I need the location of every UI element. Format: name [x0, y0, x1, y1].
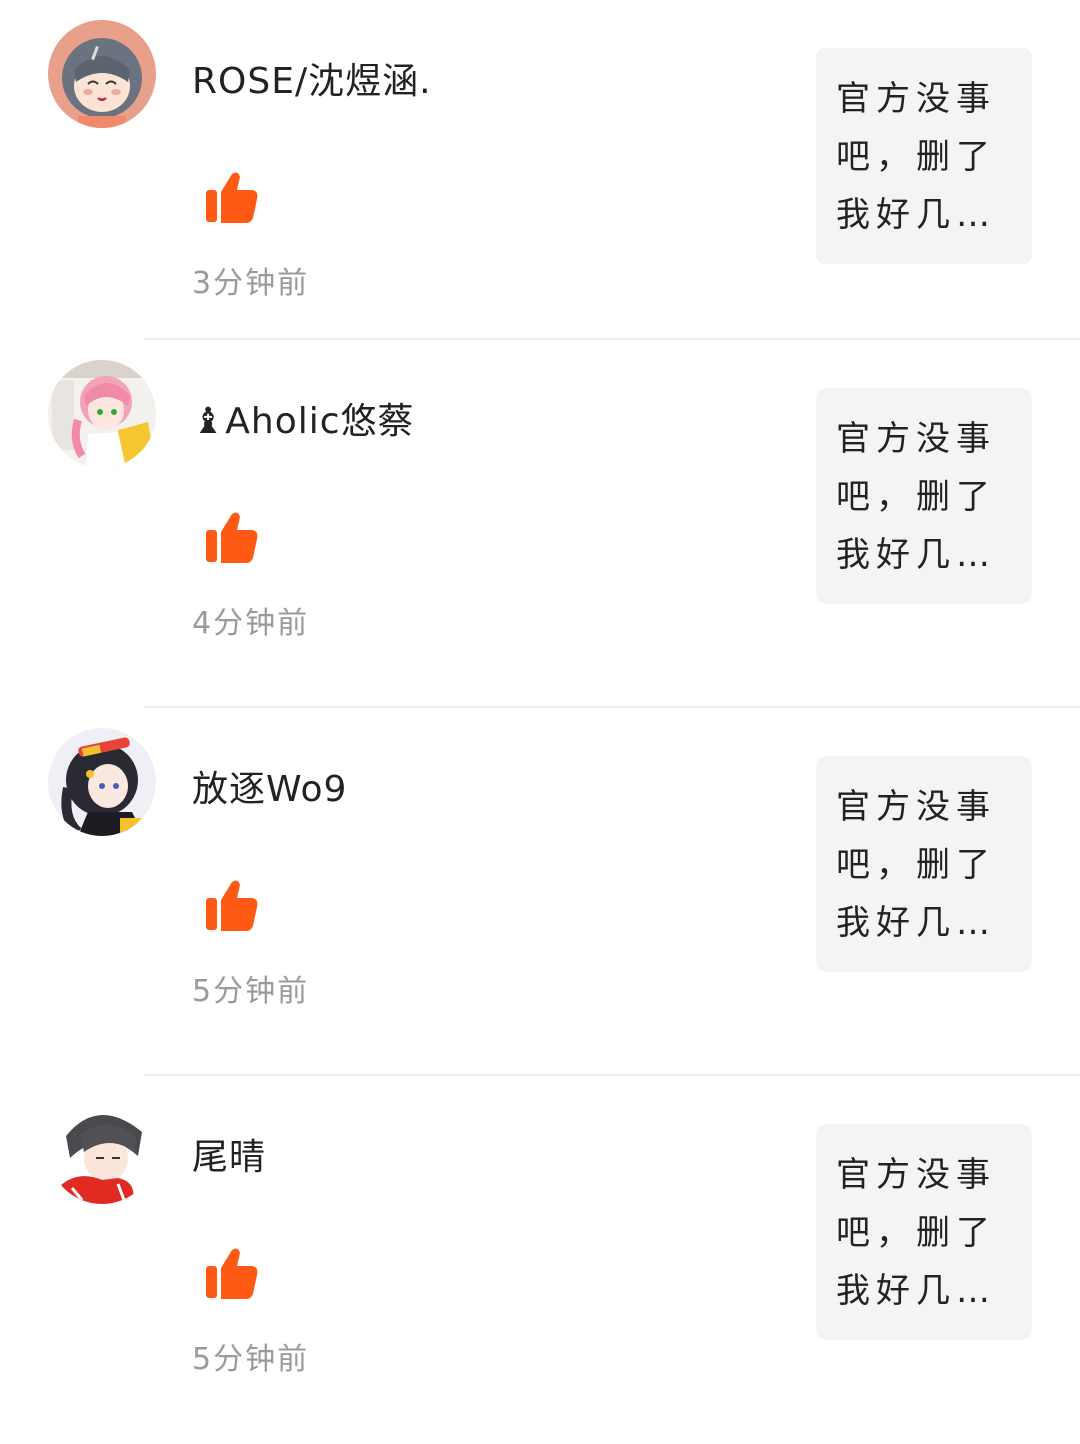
post-preview[interactable]: 官方没事吧，删了我好几…: [816, 756, 1032, 972]
post-preview[interactable]: 官方没事吧，删了我好几…: [816, 1124, 1032, 1340]
avatar[interactable]: [48, 1096, 156, 1204]
thumbs-up-icon: [202, 1244, 262, 1304]
thumbs-up-icon: [202, 508, 262, 568]
avatar[interactable]: [48, 20, 156, 128]
username[interactable]: ROSE/沈煜涵.: [192, 52, 432, 104]
thumbs-up-icon: [202, 168, 262, 228]
thumbs-up-icon: [202, 876, 262, 936]
list-item[interactable]: 尾晴 5分钟前 官方没事吧，删了我好几…: [0, 1076, 1080, 1444]
avatar-image: [48, 360, 156, 468]
avatar[interactable]: [48, 360, 156, 468]
list-item[interactable]: 放逐Wo9 5分钟前 官方没事吧，删了我好几…: [0, 708, 1080, 1076]
post-preview[interactable]: 官方没事吧，删了我好几…: [816, 388, 1032, 604]
post-preview-text: 官方没事吧，删了我好几…: [836, 1155, 996, 1311]
post-preview-text: 官方没事吧，删了我好几…: [836, 787, 996, 943]
notification-list: ROSE/沈煜涵. 3分钟前 官方没事吧，删了我好几… ♝Aholic悠蔡 4分…: [0, 0, 1080, 1444]
timestamp: 3分钟前: [192, 266, 310, 301]
list-item[interactable]: ROSE/沈煜涵. 3分钟前 官方没事吧，删了我好几…: [0, 0, 1080, 340]
username[interactable]: 尾晴: [192, 1128, 266, 1180]
avatar-image: [48, 1096, 156, 1204]
timestamp: 5分钟前: [192, 974, 310, 1009]
list-item[interactable]: ♝Aholic悠蔡 4分钟前 官方没事吧，删了我好几…: [0, 340, 1080, 708]
username[interactable]: 放逐Wo9: [192, 760, 347, 812]
timestamp: 5分钟前: [192, 1342, 310, 1377]
timestamp: 4分钟前: [192, 606, 310, 641]
username[interactable]: ♝Aholic悠蔡: [192, 392, 415, 444]
avatar[interactable]: [48, 728, 156, 836]
post-preview-text: 官方没事吧，删了我好几…: [836, 79, 996, 235]
avatar-image: [48, 20, 156, 128]
post-preview-text: 官方没事吧，删了我好几…: [836, 419, 996, 575]
post-preview[interactable]: 官方没事吧，删了我好几…: [816, 48, 1032, 264]
avatar-image: [48, 728, 156, 836]
